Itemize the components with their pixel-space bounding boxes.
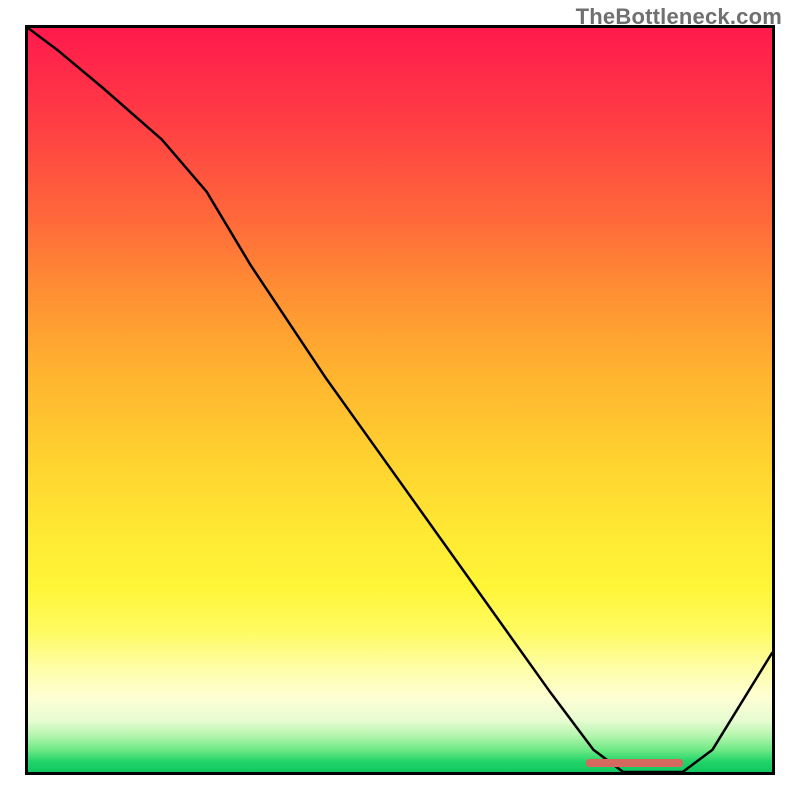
- data-line: [28, 28, 772, 772]
- watermark-text: TheBottleneck.com: [576, 4, 782, 30]
- line-plot-svg: [28, 28, 772, 772]
- chart-container: TheBottleneck.com: [0, 0, 800, 800]
- optimal-range-marker: [586, 759, 683, 767]
- plot-area: [25, 25, 775, 775]
